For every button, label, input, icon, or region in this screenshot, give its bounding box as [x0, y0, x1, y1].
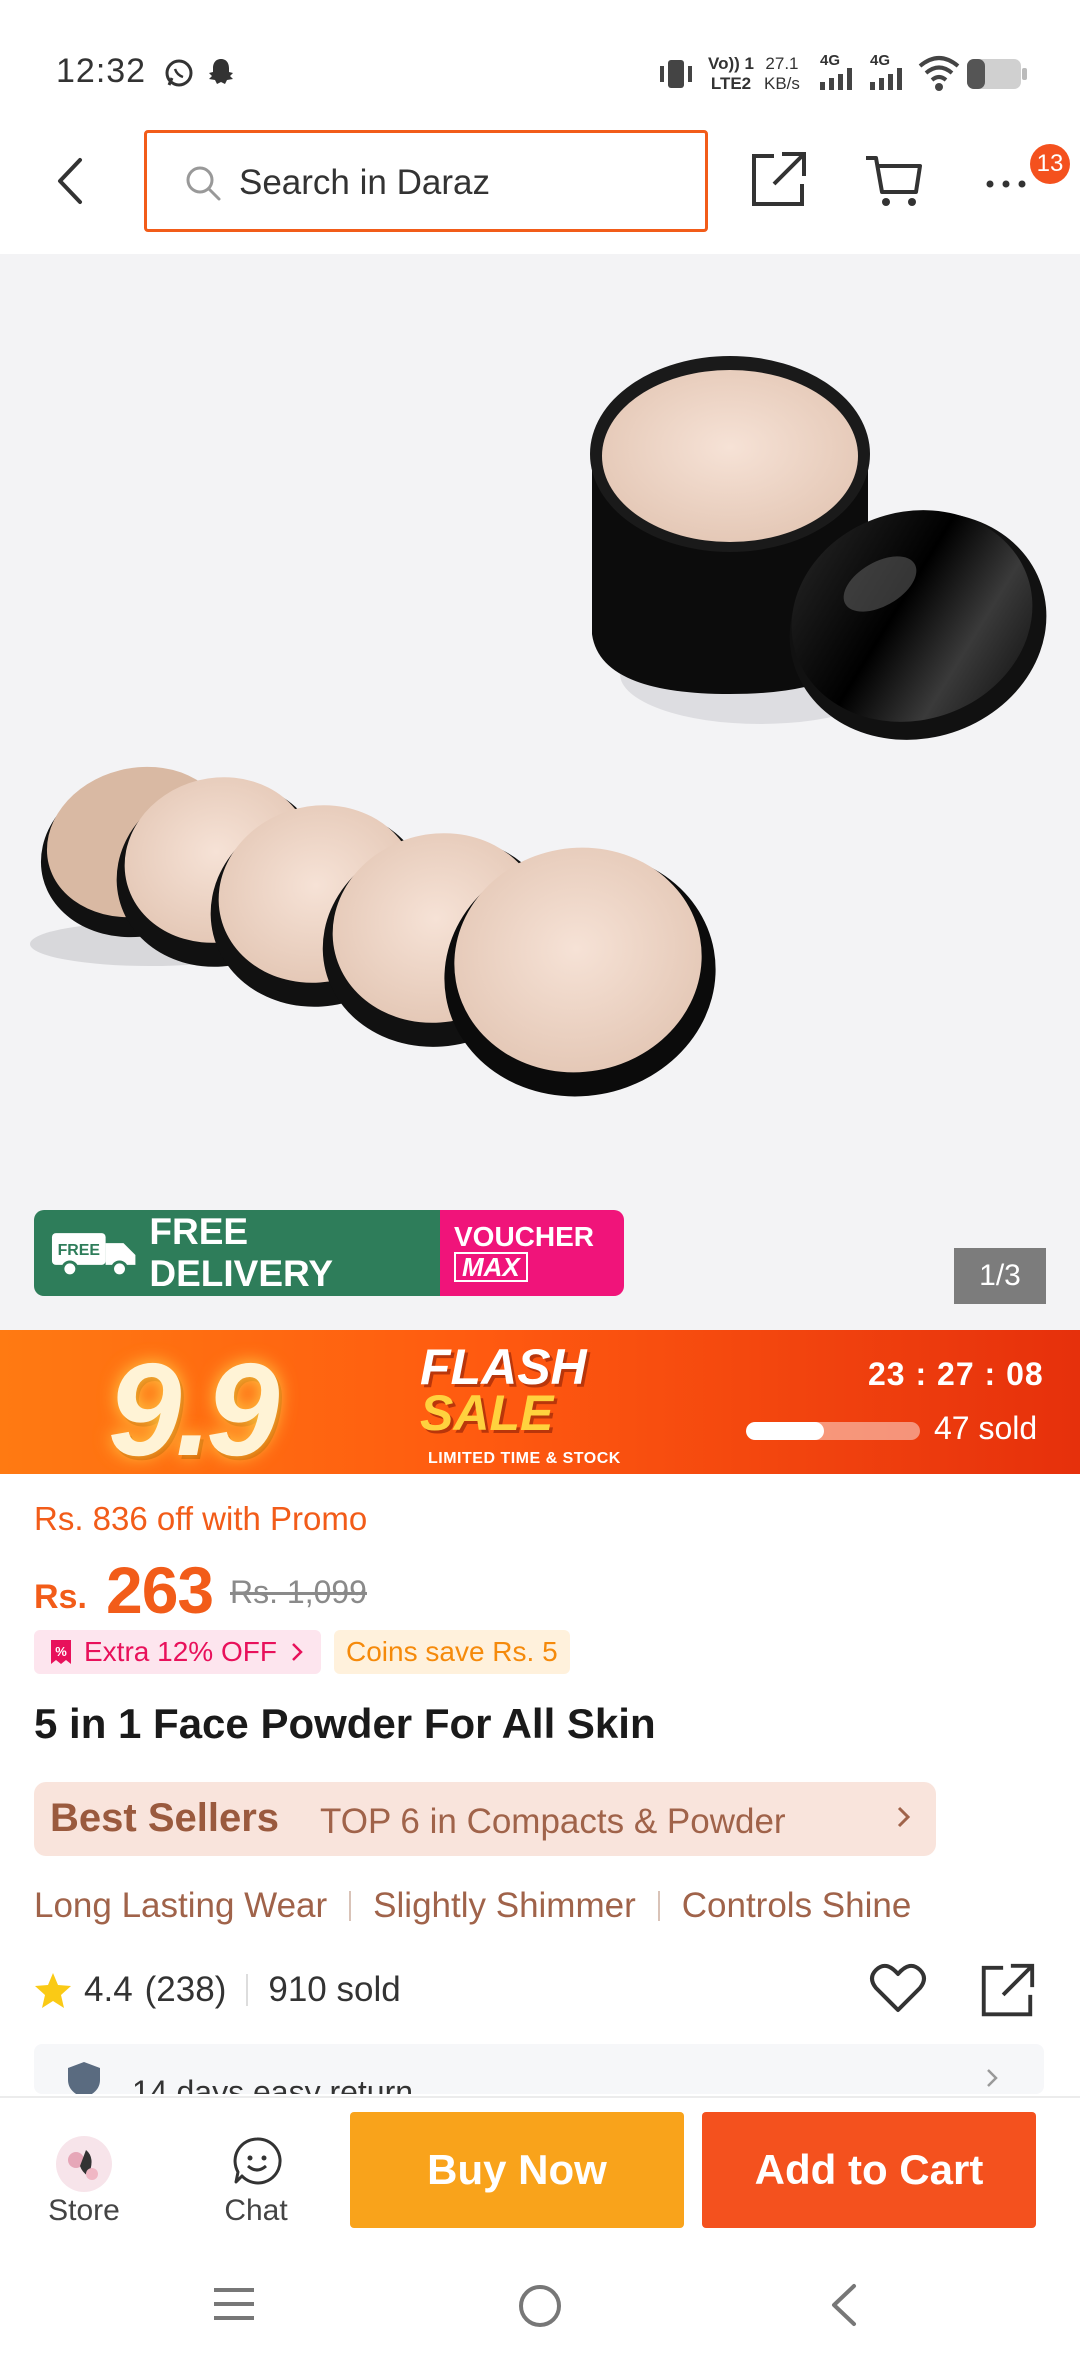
free-delivery-label: FREE DELIVERY: [149, 1211, 334, 1294]
truck-free-text: FREE: [58, 1242, 100, 1259]
feature-tag: Slightly Shimmer: [373, 1886, 636, 1925]
chevron-right-icon: [987, 2069, 998, 2087]
sold-total: 910 sold: [268, 1970, 401, 2009]
star-icon: [35, 1973, 71, 2008]
status-bar: 12:32 Vo)) 1 LTE2 27.1 KB/s 4G 4G: [0, 0, 1080, 128]
search-placeholder: Search in Daraz: [239, 163, 490, 202]
shield-icon: [68, 2062, 100, 2094]
store-label: Store: [48, 2194, 120, 2227]
signal-sim1-icon: 4G: [818, 52, 860, 92]
battery-icon: [967, 59, 1027, 89]
free-delivery-banner: FREE FREE DELIVERY VOUCHER MAX: [34, 1210, 624, 1296]
svg-text:%: %: [55, 1644, 67, 1659]
chevron-right-icon: [897, 1806, 911, 1828]
product-image-carousel[interactable]: FREE FREE DELIVERY VOUCHER MAX 1/3: [0, 254, 1080, 1330]
extra-off-chip[interactable]: % Extra 12% OFF: [34, 1630, 321, 1674]
flash-sale-title: FLASH SALE: [420, 1339, 587, 1441]
share-product-icon[interactable]: [976, 1960, 1038, 2022]
cart-icon[interactable]: [862, 150, 926, 210]
back-arrow-icon[interactable]: [52, 156, 92, 206]
chat-button[interactable]: Chat: [172, 2098, 340, 2254]
volte-indicator: Vo)) 1 LTE2: [708, 54, 754, 93]
search-input[interactable]: Search in Daraz: [144, 130, 708, 232]
coins-save-chip[interactable]: Coins save Rs. 5: [334, 1630, 570, 1674]
event-logo: 9.9: [108, 1336, 279, 1474]
search-icon: [186, 166, 221, 201]
bestsellers-ranking[interactable]: Best Sellers TOP 6 in Compacts & Powder: [34, 1782, 936, 1856]
bestsellers-rank: TOP 6 in Compacts & Powder: [320, 1802, 786, 1841]
voucher-tag-icon: %: [51, 1640, 71, 1664]
original-price: Rs. 1,099: [230, 1574, 367, 1610]
home-icon[interactable]: [516, 2282, 564, 2330]
delivery-truck-icon: FREE: [51, 1233, 136, 1278]
wifi-icon: [918, 56, 960, 91]
flash-sale-banner[interactable]: 9.9 FLASH SALE LIMITED TIME & STOCK 23 :…: [0, 1330, 1080, 1474]
share-icon[interactable]: [746, 148, 810, 212]
buy-now-button[interactable]: Buy Now: [350, 2112, 684, 2228]
status-time: 12:32: [56, 52, 147, 90]
current-price: 263: [106, 1553, 214, 1627]
sold-progress-bar: [746, 1422, 920, 1440]
network-speed: 27.1 KB/s: [764, 54, 800, 93]
back-icon[interactable]: [826, 2282, 862, 2328]
sold-count: 47 sold: [934, 1410, 1038, 1446]
whatsapp-icon: [165, 59, 193, 87]
vibrate-icon: [660, 60, 692, 88]
voucher-max-badge: VOUCHER MAX: [440, 1210, 624, 1296]
chat-icon: [233, 2137, 282, 2185]
wishlist-heart-icon[interactable]: [868, 1960, 928, 2016]
add-to-cart-button[interactable]: Add to Cart: [702, 2112, 1036, 2228]
feature-tags: Long Lasting Wear Slightly Shimmer Contr…: [34, 1886, 911, 1926]
promo-discount-text[interactable]: Rs. 836 off with Promo: [34, 1500, 367, 1538]
snapchat-icon: [209, 59, 233, 84]
store-button[interactable]: Store: [0, 2098, 168, 2254]
store-avatar-icon: [56, 2136, 112, 2192]
notification-badge: 13: [1030, 144, 1070, 184]
chat-label: Chat: [224, 2194, 288, 2227]
return-policy-text: 14 days easy return: [132, 2074, 414, 2094]
header: Search in Daraz 13: [0, 128, 1080, 254]
rating-row[interactable]: 4.4 (238) 910 sold: [34, 1970, 401, 2010]
review-count: (238): [144, 1970, 227, 2009]
menu-icon[interactable]: [212, 2284, 256, 2324]
bottom-action-bar: Store Chat Buy Now Add to Cart: [0, 2096, 1080, 2252]
signal-sim2-icon: 4G: [868, 52, 910, 92]
image-counter: 1/3: [954, 1248, 1046, 1304]
product-photo: [30, 356, 1047, 1097]
flash-sale-subtitle: LIMITED TIME & STOCK: [428, 1450, 621, 1467]
chevron-right-icon: [292, 1643, 303, 1661]
feature-tag: Long Lasting Wear: [34, 1886, 328, 1925]
return-policy-row[interactable]: 14 days easy return: [34, 2044, 1044, 2094]
rating-value: 4.4: [84, 1970, 133, 2009]
product-title: 5 in 1 Face Powder For All Skin: [34, 1700, 656, 1747]
system-nav-bar: [0, 2252, 1080, 2358]
bestsellers-logo: Best Sellers: [50, 1796, 280, 1840]
countdown-timer: 23 : 27 : 08: [868, 1356, 1044, 1392]
feature-tag: Controls Shine: [681, 1886, 912, 1925]
price-currency: Rs.: [34, 1578, 87, 1616]
